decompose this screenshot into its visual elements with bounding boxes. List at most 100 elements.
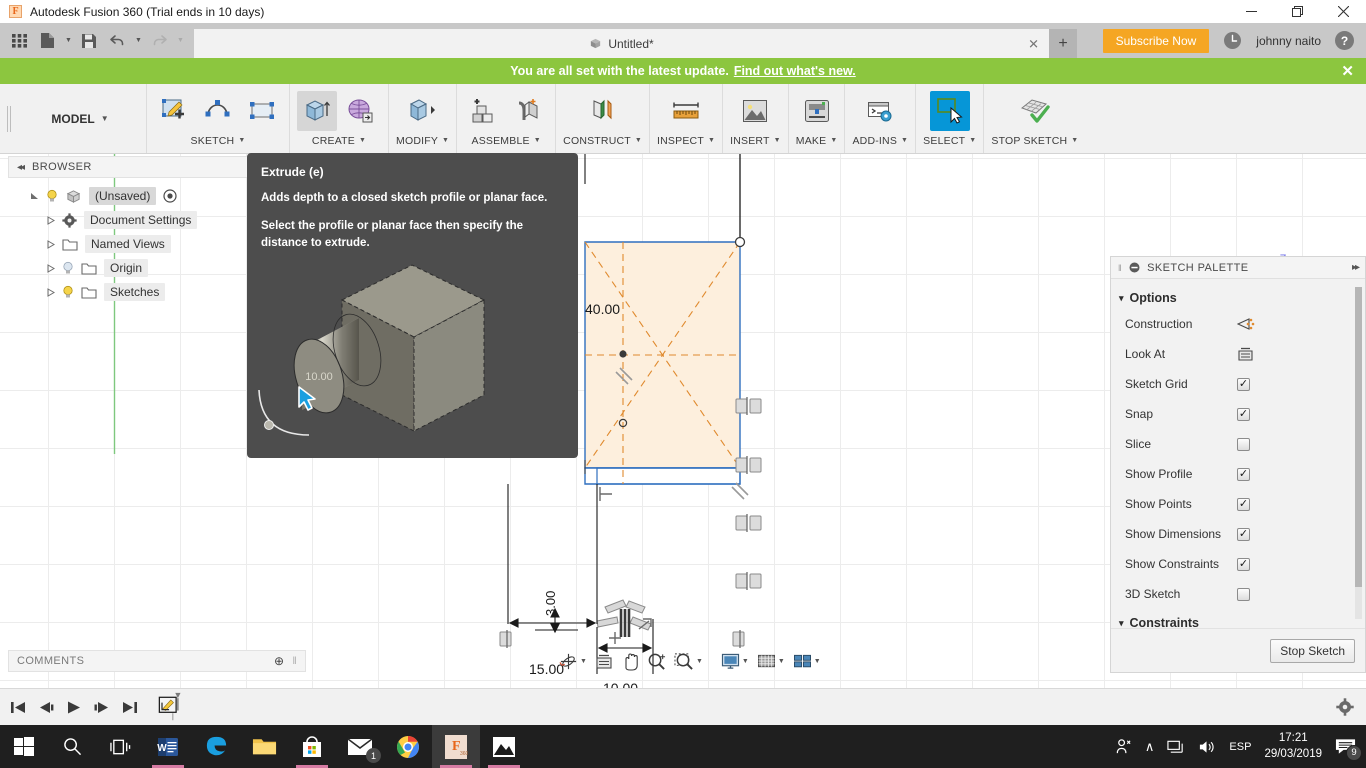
whats-new-link[interactable]: Find out what's new. <box>734 64 856 78</box>
help-icon[interactable]: ? <box>1335 31 1354 50</box>
redo-icon[interactable] <box>146 28 172 54</box>
expand-triangle-icon[interactable] <box>46 215 55 225</box>
panel-create-label[interactable]: CREATE ▼ <box>312 133 366 149</box>
subscribe-now-button[interactable]: Subscribe Now <box>1102 28 1210 53</box>
username-label[interactable]: johnny naito <box>1256 34 1321 48</box>
panel-select-label[interactable]: SELECT ▼ <box>923 133 976 149</box>
new-document-icon[interactable] <box>34 28 60 54</box>
construction-line-icon[interactable] <box>1237 316 1255 332</box>
show-dimensions-checkbox[interactable]: ✓ <box>1237 527 1250 541</box>
expand-triangle-icon[interactable] <box>30 192 39 201</box>
section-options[interactable]: ▾ Options <box>1111 287 1365 309</box>
palette-row-show-points[interactable]: Show Points ✓ <box>1111 489 1365 519</box>
palette-row-construction[interactable]: Construction <box>1111 309 1365 339</box>
stop-sketch-button[interactable]: Stop Sketch <box>1270 638 1355 663</box>
visibility-bulb-icon[interactable] <box>46 189 58 203</box>
undo-icon[interactable] <box>104 28 130 54</box>
panel-inspect-label[interactable]: INSPECT ▼ <box>657 133 715 149</box>
microsoft-store-icon[interactable] <box>288 725 336 768</box>
volume-icon[interactable] <box>1198 739 1216 755</box>
display-settings-tool[interactable]: ▼ <box>718 653 752 670</box>
press-pull-icon[interactable] <box>403 91 443 131</box>
apps-grid-icon[interactable] <box>6 28 32 54</box>
redo-dropdown-caret[interactable]: ▼ <box>174 28 186 54</box>
scrollbar-thumb[interactable] <box>1355 287 1362 587</box>
maximize-button[interactable] <box>1274 0 1320 23</box>
clock-icon[interactable] <box>1223 31 1242 50</box>
chevron-up-icon[interactable]: ∧ <box>1145 739 1155 755</box>
sketch-feature-icon[interactable] <box>157 692 182 722</box>
play-icon[interactable] <box>66 700 82 715</box>
minimize-button[interactable] <box>1228 0 1274 23</box>
people-icon[interactable] <box>1115 738 1132 755</box>
look-at-icon[interactable] <box>1237 346 1254 362</box>
zoom-tool[interactable] <box>644 652 669 671</box>
fusion360-icon[interactable]: F 360 <box>432 725 480 768</box>
close-button[interactable] <box>1320 0 1366 23</box>
new-component-icon[interactable] <box>464 91 504 131</box>
orbit-tool[interactable]: ▼ <box>556 652 590 671</box>
mail-icon[interactable]: 1 <box>336 725 384 768</box>
file-explorer-icon[interactable] <box>240 725 288 768</box>
section-constraints[interactable]: ▾ Constraints <box>1111 612 1365 629</box>
viewports-tool[interactable]: ▼ <box>790 653 824 670</box>
save-icon[interactable] <box>76 28 102 54</box>
close-icon[interactable]: ✕ <box>1341 62 1354 80</box>
panel-sketch-label[interactable]: SKETCH ▼ <box>191 133 246 149</box>
palette-row-show-profile[interactable]: Show Profile ✓ <box>1111 459 1365 489</box>
panel-construct-label[interactable]: CONSTRUCT ▼ <box>563 133 642 149</box>
create-sketch-icon[interactable] <box>154 91 194 131</box>
3d-sketch-checkbox[interactable] <box>1237 587 1250 601</box>
palette-row-slice[interactable]: Slice <box>1111 429 1365 459</box>
dimension-label[interactable]: 10.00 <box>603 680 638 688</box>
visibility-bulb-icon[interactable] <box>62 285 74 299</box>
panel-make-label[interactable]: MAKE ▼ <box>796 133 838 149</box>
palette-row-sketch-grid[interactable]: Sketch Grid ✓ <box>1111 369 1365 399</box>
notifications-icon[interactable]: 9 <box>1335 738 1362 761</box>
insert-image-icon[interactable] <box>735 91 775 131</box>
dimension-label[interactable]: 3.00 <box>543 591 558 616</box>
panel-stop-sketch-label[interactable]: STOP SKETCH ▼ <box>991 133 1078 149</box>
comments-bar[interactable]: COMMENTS ⊕ ‖ <box>8 650 306 672</box>
visibility-bulb-icon[interactable] <box>62 261 74 275</box>
scripts-addins-icon[interactable] <box>860 91 900 131</box>
document-tab[interactable]: Untitled* ✕ <box>194 29 1049 58</box>
panel-insert-label[interactable]: INSERT ▼ <box>730 133 781 149</box>
zoom-window-tool[interactable]: ▼ <box>671 652 706 671</box>
language-indicator[interactable]: ESP <box>1229 741 1251 753</box>
rectangle-icon[interactable] <box>242 91 282 131</box>
dimension-label[interactable]: 40.00 <box>585 301 620 317</box>
panel-addins-label[interactable]: ADD-INS ▼ <box>852 133 908 149</box>
pan-tool[interactable] <box>618 652 642 671</box>
new-tab-button[interactable]: + <box>1049 29 1077 58</box>
show-profile-checkbox[interactable]: ✓ <box>1237 467 1250 481</box>
palette-row-look-at[interactable]: Look At <box>1111 339 1365 369</box>
3d-print-icon[interactable] <box>797 91 837 131</box>
panel-assemble-label[interactable]: ASSEMBLE ▼ <box>471 133 540 149</box>
show-constraints-checkbox[interactable]: ✓ <box>1237 557 1250 571</box>
expand-icon[interactable]: ▸▸ <box>1352 262 1360 273</box>
expand-triangle-icon[interactable] <box>46 263 55 273</box>
palette-row-3d-sketch[interactable]: 3D Sketch <box>1111 579 1365 609</box>
palette-scrollbar[interactable] <box>1355 287 1362 619</box>
expand-triangle-icon[interactable] <box>46 287 55 297</box>
palette-row-snap[interactable]: Snap ✓ <box>1111 399 1365 429</box>
chrome-icon[interactable] <box>384 725 432 768</box>
palette-grip[interactable]: ‖ <box>1118 263 1122 273</box>
stop-sketch-icon[interactable] <box>1015 91 1055 131</box>
task-view-icon[interactable] <box>96 725 144 768</box>
new-document-dropdown-caret[interactable]: ▼ <box>62 28 74 54</box>
look-at-tool[interactable] <box>592 653 616 670</box>
word-icon[interactable]: W <box>144 725 192 768</box>
slice-checkbox[interactable] <box>1237 437 1250 451</box>
sketch-grid-checkbox[interactable]: ✓ <box>1237 377 1250 391</box>
minus-circle-icon[interactable] <box>1129 262 1140 273</box>
show-points-checkbox[interactable]: ✓ <box>1237 497 1250 511</box>
mesh-icon[interactable] <box>341 91 381 131</box>
edge-icon[interactable] <box>192 725 240 768</box>
grid-settings-tool[interactable]: ▼ <box>754 653 788 670</box>
photos-icon[interactable] <box>480 725 528 768</box>
palette-row-show-constraints[interactable]: Show Constraints ✓ <box>1111 549 1365 579</box>
windows-start-icon[interactable] <box>0 725 48 768</box>
step-back-icon[interactable] <box>38 700 55 715</box>
